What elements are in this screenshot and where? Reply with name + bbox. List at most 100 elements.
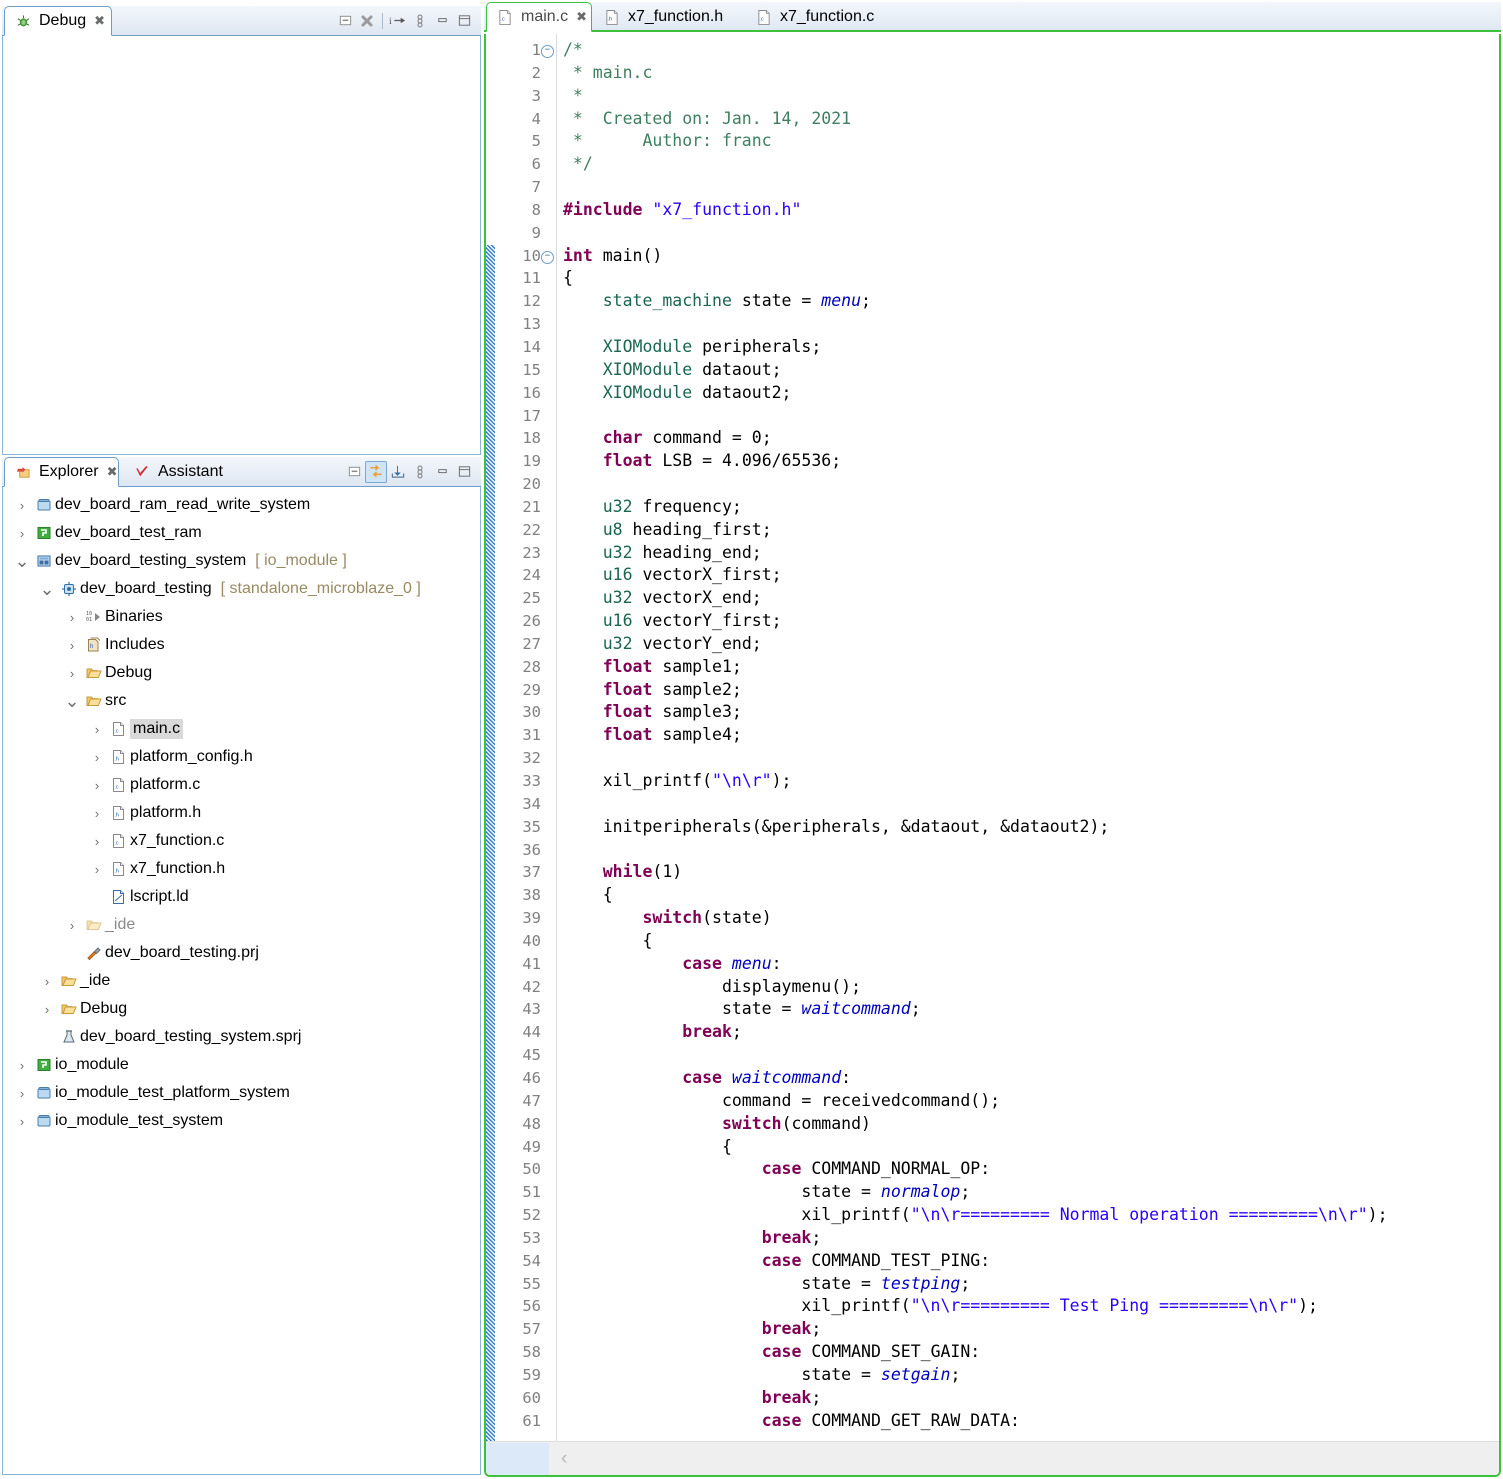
chevron-right-icon[interactable]: › <box>11 526 33 541</box>
tree-item[interactable]: › 10 01 Binaries <box>3 603 480 631</box>
code-line: state = normalop; <box>563 1181 1499 1204</box>
collapse-all-icon[interactable] <box>343 461 365 483</box>
remove-all-terminated-icon[interactable] <box>356 10 378 32</box>
chevron-right-icon[interactable]: › <box>11 1114 33 1129</box>
tab-explorer[interactable]: Explorer ✖ <box>4 457 119 487</box>
line-number: 26 <box>522 612 541 631</box>
tree-item[interactable]: ⌄ src <box>3 687 480 715</box>
explorer-view-toolbar <box>343 457 475 486</box>
tab-main-c[interactable]: .c main.c ✖ <box>486 2 592 32</box>
folding-ruler[interactable] <box>544 34 557 1441</box>
tree-item-label: x7_function.h <box>130 860 226 877</box>
tree-item[interactable]: › .h x7_function.h <box>3 855 480 883</box>
fold-collapse-icon[interactable]: − <box>541 250 554 264</box>
minimize-icon[interactable] <box>431 461 453 483</box>
source-text[interactable]: /* * main.c * * Created on: Jan. 14, 202… <box>557 34 1499 1441</box>
h-file-icon: .h <box>108 749 130 765</box>
close-icon[interactable]: ✖ <box>576 9 587 25</box>
scroll-left-arrow[interactable]: ‹ <box>561 1449 567 1468</box>
tab-debug[interactable]: Debug ✖ <box>4 6 112 36</box>
chevron-right-icon[interactable]: › <box>86 750 108 765</box>
link-with-editor-icon[interactable] <box>365 460 387 483</box>
chevron-right-icon[interactable]: › <box>36 974 58 989</box>
chevron-right-icon[interactable]: › <box>86 806 108 821</box>
tab-x7-function-h[interactable]: .h x7_function.h <box>594 2 742 32</box>
import-icon[interactable] <box>387 461 409 483</box>
chevron-right-icon[interactable]: › <box>61 610 83 625</box>
tree-item[interactable]: › dev_board_test_ram <box>3 519 480 547</box>
chevron-right-icon[interactable]: › <box>36 1002 58 1017</box>
project-tree[interactable]: › dev_board_ram_read_write_system › dev_boa… <box>3 487 480 1135</box>
chevron-right-icon[interactable]: › <box>11 498 33 513</box>
chevron-right-icon[interactable]: › <box>86 834 108 849</box>
tree-item[interactable]: › .c platform.c <box>3 771 480 799</box>
tree-item[interactable]: › h Includes <box>3 631 480 659</box>
chevron-down-icon[interactable]: ⌄ <box>36 580 58 598</box>
code-line: * <box>563 85 1499 108</box>
view-menu-icon[interactable] <box>409 10 431 32</box>
chevron-right-icon[interactable]: › <box>11 1058 33 1073</box>
minimize-restore-icon[interactable] <box>334 10 356 32</box>
maximize-icon[interactable] <box>453 461 475 483</box>
tree-item[interactable]: › Debug <box>3 995 480 1023</box>
tree-item[interactable]: ⌄ dev_board_testing [ standalone_microblaz… <box>3 575 480 603</box>
marker-ruler[interactable] <box>486 34 495 1441</box>
tree-item[interactable]: › io_module_test_system <box>3 1107 480 1135</box>
tree-item[interactable]: dev_board_testing.prj <box>3 939 480 967</box>
line-number: 10− <box>495 245 554 268</box>
chevron-down-icon[interactable]: ⌄ <box>11 552 33 570</box>
tree-item-label: dev_board_testing_system.sprj <box>80 1028 302 1045</box>
close-icon[interactable]: ✖ <box>94 13 105 29</box>
chevron-right-icon[interactable]: › <box>86 862 108 877</box>
tree-item[interactable]: › .h platform.h <box>3 799 480 827</box>
scrollbar-thumb[interactable] <box>486 1442 549 1475</box>
view-menu-icon[interactable] <box>409 461 431 483</box>
chevron-right-icon[interactable]: › <box>61 666 83 681</box>
chevron-right-icon[interactable]: › <box>61 918 83 933</box>
tree-item[interactable]: lscript.ld <box>3 883 480 911</box>
tree-item[interactable]: › Debug <box>3 659 480 687</box>
tree-item[interactable]: ⌄ dev_board_testing_system [ io_module ] <box>3 547 480 575</box>
explorer-view-content[interactable]: › dev_board_ram_read_write_system › dev_boa… <box>2 487 481 1475</box>
code-area[interactable]: 1−2 3 4 5 6 7 8 9 10−11 12 13 14 15 16 17 18 19 20 21 22 23 2… <box>486 34 1499 1441</box>
tree-item[interactable]: dev_board_testing_system.sprj <box>3 1023 480 1051</box>
line-number: 58 <box>522 1343 541 1362</box>
horizontal-scrollbar[interactable]: ‹ <box>486 1441 1499 1475</box>
tree-item[interactable]: › .c x7_function.c <box>3 827 480 855</box>
eclipse-workbench: Debug ✖ i Explorer ✖ Assistant › dev_boa… <box>0 0 1503 1479</box>
line-number: 2 <box>531 63 541 82</box>
code-line: xil_printf("\n\r========= Test Ping ====… <box>563 1295 1499 1318</box>
line-number: 13 <box>522 315 541 334</box>
tab-x7-function-c[interactable]: .c x7_function.c <box>746 2 894 32</box>
tree-item-label: main.c <box>130 719 184 739</box>
fold-collapse-icon[interactable]: − <box>541 45 554 58</box>
tree-item[interactable]: › .h platform_config.h <box>3 743 480 771</box>
chevron-right-icon[interactable]: › <box>11 1086 33 1101</box>
tree-item[interactable]: › dev_board_ram_read_write_system <box>3 491 480 519</box>
tree-item[interactable]: › io_module <box>3 1051 480 1079</box>
step-into-selection-icon[interactable]: i <box>387 10 409 32</box>
code-line: case COMMAND_GET_RAW_DATA: <box>563 1410 1499 1433</box>
tree-item[interactable]: › _ide <box>3 911 480 939</box>
tree-item-suffix: [ standalone_microblaze_0 ] <box>220 580 421 597</box>
code-token: case <box>761 1159 812 1179</box>
code-token: u32 <box>602 542 633 562</box>
system-project-icon <box>33 1113 55 1129</box>
tree-item[interactable]: › .c main.c <box>3 715 480 743</box>
tab-assistant[interactable]: Assistant <box>124 457 242 487</box>
code-token: float <box>602 679 653 699</box>
line-number: 57 <box>522 1320 541 1339</box>
code-line: switch(state) <box>563 907 1499 930</box>
minimize-icon[interactable] <box>431 10 453 32</box>
tree-item[interactable]: › io_module_test_platform_system <box>3 1079 480 1107</box>
close-icon[interactable]: ✖ <box>107 464 118 480</box>
code-line: break; <box>563 1318 1499 1341</box>
tree-item[interactable]: › _ide <box>3 967 480 995</box>
line-number: 21 <box>522 497 541 516</box>
chevron-right-icon[interactable]: › <box>86 778 108 793</box>
chevron-right-icon[interactable]: › <box>86 722 108 737</box>
chevron-down-icon[interactable]: ⌄ <box>61 692 83 710</box>
maximize-icon[interactable] <box>453 10 475 32</box>
chevron-right-icon[interactable]: › <box>61 638 83 653</box>
